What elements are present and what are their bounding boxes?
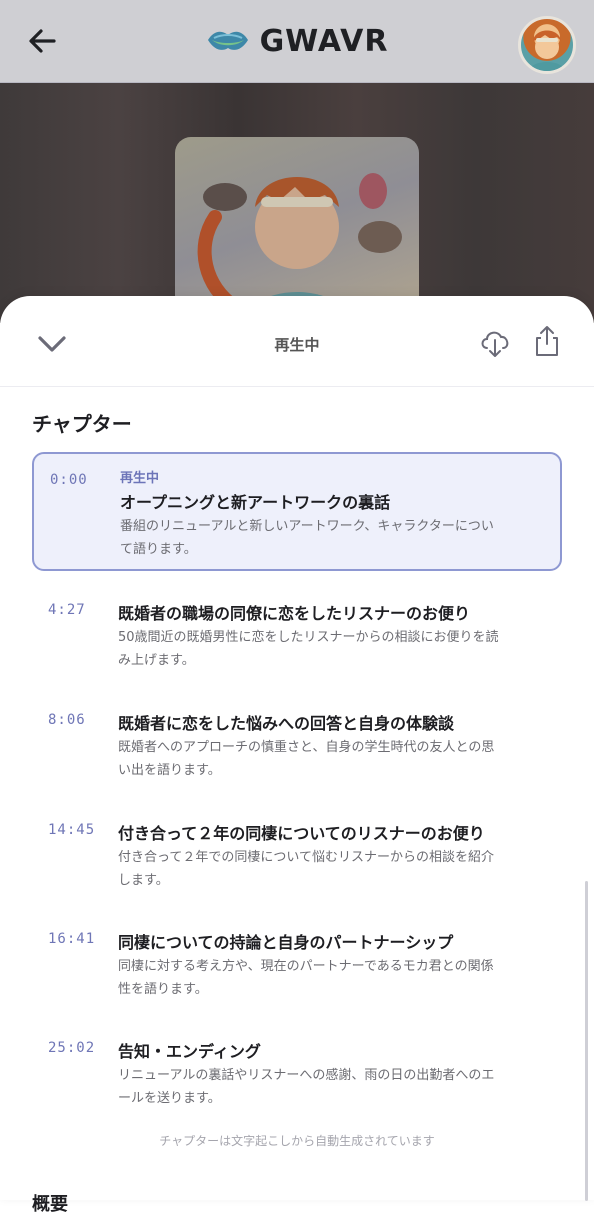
chapter-description-line: ールを送ります。 bbox=[118, 1091, 221, 1106]
chapter-title: オープニングと新アートワークの裏話 bbox=[120, 493, 391, 512]
summary-heading: 概要 bbox=[32, 1194, 68, 1215]
chapter-time: 25:02 bbox=[48, 1040, 96, 1056]
now-playing-sheet: 再生中 チャプター 0:00 再生中 オープニングと新アートワークの裏話 番組の… bbox=[0, 296, 594, 1215]
app-logo-text: GWAVR bbox=[259, 23, 389, 59]
chapter-time: 0:00 bbox=[50, 472, 88, 488]
chapter-item-active[interactable]: 0:00 再生中 オープニングと新アートワークの裏話 番組のリニューアルと新しい… bbox=[32, 452, 562, 571]
chapter-time: 4:27 bbox=[48, 602, 86, 618]
chapter-item[interactable]: 14:45 付き合って２年の同棲についてのリスナーのお便り 付き合って２年での同… bbox=[32, 810, 562, 919]
chapter-description-line: 同棲に対する考え方や、現在のパートナーであるモカ君との関係 bbox=[118, 959, 494, 974]
chapter-title: 付き合って２年の同棲についてのリスナーのお便り bbox=[118, 824, 485, 843]
chapter-description-line: します。 bbox=[118, 873, 169, 888]
chapter-description-line: て語ります。 bbox=[120, 542, 197, 557]
chapter-description-line: い出を語ります。 bbox=[118, 763, 221, 778]
chapter-item[interactable]: 25:02 告知・エンディング リニューアルの裏話やリスナーへの感謝、雨の日の出… bbox=[32, 1028, 562, 1128]
chapter-description: 50歳間近の既婚男性に恋をしたリスナーからの相談にお便りを読 み上げます。 bbox=[118, 626, 548, 672]
back-button[interactable] bbox=[26, 24, 60, 58]
chapter-description: 既婚者へのアプローチの慎重さと、自身の学生時代の友人との思 い出を語ります。 bbox=[118, 736, 548, 782]
app-logo[interactable]: GWAVR bbox=[206, 24, 389, 59]
chapter-description-line: リニューアルの裏話やリスナーへの感謝、雨の日の出勤者へのエ bbox=[118, 1068, 495, 1083]
chapter-title: 同棲についての持論と自身のパートナーシップ bbox=[118, 933, 454, 952]
avatar[interactable] bbox=[518, 16, 576, 74]
chapters-heading: チャプター bbox=[32, 412, 132, 436]
chapter-time: 16:41 bbox=[48, 931, 96, 947]
chapters-footnote: チャプターは文字起こしから自動生成されています bbox=[159, 1134, 435, 1148]
chapter-item[interactable]: 4:27 既婚者の職場の同僚に恋をしたリスナーのお便り 50歳間近の既婚男性に恋… bbox=[32, 590, 562, 700]
lips-logo-icon bbox=[207, 31, 248, 50]
share-button[interactable] bbox=[532, 324, 562, 358]
app-header: GWAVR bbox=[0, 0, 594, 83]
chapter-time: 14:45 bbox=[48, 822, 96, 838]
chapter-time: 8:06 bbox=[48, 712, 86, 728]
chapter-item[interactable]: 8:06 既婚者に恋をした悩みへの回答と自身の体験談 既婚者へのアプローチの慎重… bbox=[32, 700, 562, 810]
chapter-description-line: み上げます。 bbox=[118, 653, 195, 668]
chapter-description: 同棲に対する考え方や、現在のパートナーであるモカ君との関係 性を語ります。 bbox=[118, 955, 548, 1001]
chapter-title: 告知・エンディング bbox=[118, 1042, 261, 1061]
chapter-description-line: 性を語ります。 bbox=[118, 982, 208, 997]
chapter-list: 0:00 再生中 オープニングと新アートワークの裏話 番組のリニューアルと新しい… bbox=[32, 452, 562, 1128]
arrow-left-icon bbox=[29, 29, 56, 53]
user-avatar-icon bbox=[529, 30, 565, 71]
chapter-description-line: 50歳間近の既婚男性に恋をしたリスナーからの相談にお便りを読 bbox=[118, 630, 499, 645]
share-icon bbox=[536, 326, 558, 356]
chapter-description-line: 付き合って２年での同棲について悩むリスナーからの相談を紹介 bbox=[118, 850, 494, 865]
scrollbar[interactable] bbox=[585, 881, 588, 1201]
chapter-description: リニューアルの裏話やリスナーへの感謝、雨の日の出勤者へのエ ールを送ります。 bbox=[118, 1064, 548, 1110]
chapter-title: 既婚者に恋をした悩みへの回答と自身の体験談 bbox=[118, 714, 455, 733]
chapter-description: 番組のリニューアルと新しいアートワーク、キャラクターについ て語ります。 bbox=[120, 515, 550, 561]
now-playing-label: 再生中 bbox=[120, 471, 160, 486]
chapter-description-line: 番組のリニューアルと新しいアートワーク、キャラクターについ bbox=[120, 519, 494, 534]
chapter-item[interactable]: 16:41 同棲についての持論と自身のパートナーシップ 同棲に対する考え方や、現… bbox=[32, 919, 562, 1028]
chapter-description: 付き合って２年での同棲について悩むリスナーからの相談を紹介 します。 bbox=[118, 846, 548, 892]
download-button[interactable] bbox=[478, 326, 512, 360]
chapter-title: 既婚者の職場の同僚に恋をしたリスナーのお便り bbox=[118, 604, 471, 623]
sheet-header: 再生中 bbox=[0, 296, 594, 387]
chapter-description-line: 既婚者へのアプローチの慎重さと、自身の学生時代の友人との思 bbox=[118, 740, 495, 755]
cloud-download-icon bbox=[481, 331, 509, 357]
